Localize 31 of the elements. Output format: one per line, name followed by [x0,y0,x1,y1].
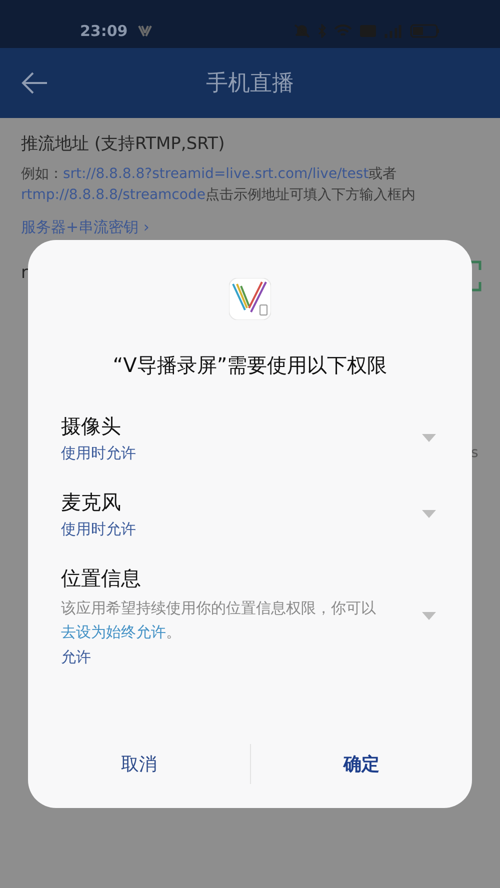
section-title: 推流地址 (支持RTMP,SRT) [21,133,226,156]
permission-row[interactable]: 摄像头 使用时允许 [61,412,439,464]
dropdown-caret-icon [422,434,436,442]
dropdown-caret-icon [422,510,436,518]
signal-icon [384,24,402,38]
header-title: 手机直播 [206,70,294,98]
back-arrow-icon[interactable] [21,71,49,95]
mute-bell-icon [294,24,310,38]
permission-row[interactable]: 麦克风 使用时允许 [61,488,439,540]
permission-name: 位置信息 [61,565,142,592]
cancel-button[interactable]: 取消 [28,744,250,784]
example-text: 例如：srt://8.8.8.8?streamid=live.srt.com/live/test或者 rtmp://8.8.8.8/streamcode点击示例地址可填入下方输入框内 [21,164,416,204]
app-logo-icon [229,278,271,320]
scan-frame-icon[interactable] [470,260,484,292]
permission-status: 允许 [61,647,92,668]
input-field[interactable]: r [21,261,28,287]
bluetooth-icon [318,24,326,38]
permission-name: 麦克风 [61,489,122,516]
permission-note: 该应用希望持续使用你的位置信息权限，你可以 去设为始终允许。 [61,598,377,643]
status-time: 23:09 [80,20,128,42]
battery-icon [410,24,440,38]
permission-status: 使用时允许 [61,443,137,464]
permission-name: 摄像头 [61,413,122,440]
row-value: s [471,444,478,463]
app-logo-icon [138,24,152,38]
dropdown-caret-icon [422,612,436,620]
wifi-icon [334,24,352,38]
permission-status: 使用时允许 [61,519,137,540]
dialog-title: “V导播录屏”需要使用以下权限 [112,352,388,379]
confirm-button[interactable]: 确定 [250,744,472,784]
permission-row[interactable]: 位置信息 该应用希望持续使用你的位置信息权限，你可以 去设为始终允许。 允许 [61,564,439,668]
